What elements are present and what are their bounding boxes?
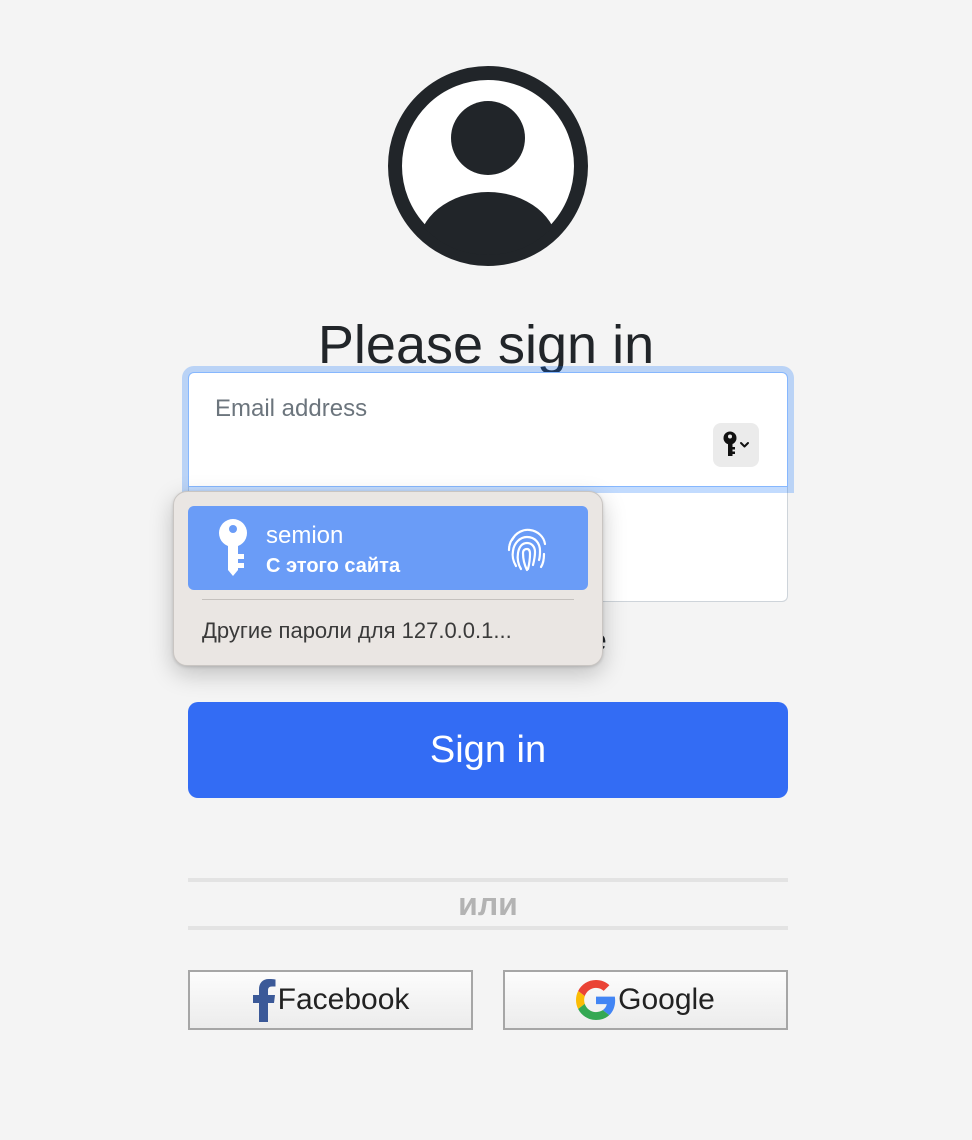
fingerprint-icon — [507, 528, 547, 572]
sign-in-button[interactable]: Sign in — [188, 702, 788, 798]
google-icon — [576, 980, 616, 1020]
saved-password-suggestion[interactable]: semion С этого сайта — [188, 506, 588, 590]
google-label: Google — [618, 983, 715, 1016]
other-passwords-item[interactable]: Другие пароли для 127.0.0.1... — [202, 617, 512, 645]
email-label: Email address — [215, 395, 368, 422]
page-title: Please sign in — [317, 315, 655, 376]
facebook-label: Facebook — [277, 983, 410, 1016]
or-divider-text: или — [458, 886, 518, 922]
suggestion-source: С этого сайта — [266, 555, 401, 577]
password-key-button[interactable] — [713, 423, 759, 467]
sign-in-page: Please sign in Email address e Sign in и… — [0, 0, 972, 1140]
facebook-login-button[interactable]: Facebook — [188, 970, 473, 1030]
suggestion-username: semion — [266, 522, 344, 549]
password-autofill-popup: semion С этого сайта Другие пароли для 1… — [173, 491, 603, 666]
key-icon — [219, 519, 247, 576]
divider-line-bottom — [188, 926, 788, 930]
user-circle-icon — [388, 66, 588, 266]
divider-line-top — [188, 878, 788, 882]
popup-separator — [202, 599, 574, 600]
email-field[interactable]: Email address — [188, 372, 788, 487]
facebook-icon — [252, 978, 276, 1022]
google-login-button[interactable]: Google — [503, 970, 788, 1030]
key-icon — [723, 431, 749, 456]
